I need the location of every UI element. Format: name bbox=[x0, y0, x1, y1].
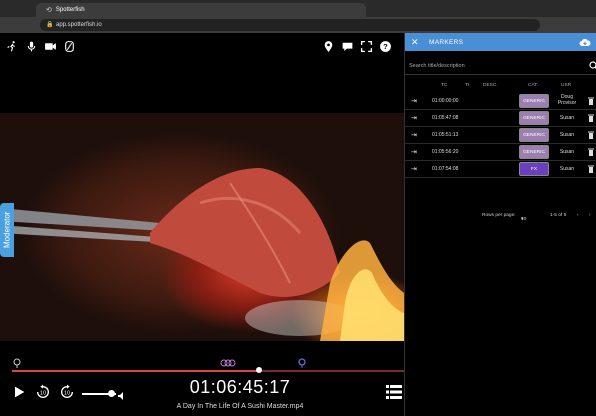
svg-text:?: ? bbox=[383, 42, 388, 51]
location-pin-icon[interactable] bbox=[322, 40, 335, 53]
category-badge[interactable]: FX bbox=[519, 162, 549, 176]
markers-panel-title: MARKERS bbox=[429, 38, 464, 46]
row-timecode: 01:05:51:13 bbox=[432, 132, 459, 138]
browser-tab-bar: ⟲ Spotterfish bbox=[0, 0, 596, 17]
category-badge[interactable]: GENERIC bbox=[519, 145, 549, 159]
timecode-display: 01:06:45:17 bbox=[189, 377, 291, 397]
walk-icon[interactable] bbox=[6, 40, 19, 53]
delete-icon[interactable] bbox=[588, 131, 594, 139]
play-icon[interactable] bbox=[10, 383, 28, 401]
player-toolbar-right: ? bbox=[322, 37, 392, 55]
marker-cluster-icon[interactable] bbox=[220, 355, 236, 367]
media-filename: A Day In The Life Of A Sushi Master.mp4 bbox=[176, 403, 304, 410]
search-icon[interactable] bbox=[589, 61, 596, 71]
close-icon[interactable]: ✕ bbox=[411, 37, 421, 48]
next-page-icon[interactable]: › bbox=[589, 213, 591, 218]
column-header-desc[interactable]: DESC. bbox=[483, 83, 498, 88]
rows-per-page-label: Rows per page: bbox=[482, 213, 516, 218]
moderator-label: Moderator bbox=[2, 211, 12, 249]
app-root: ? Moderator 10 10 01:06:45:17 A Day In T… bbox=[0, 33, 596, 416]
svg-text:10: 10 bbox=[40, 391, 46, 397]
pagination-range: 1-5 of 5 bbox=[550, 213, 567, 218]
row-user: Susan bbox=[559, 115, 575, 121]
playback-controls: 10 10 bbox=[10, 383, 76, 401]
table-row[interactable]: ⇥ 01:07:54:08 FX Susan bbox=[405, 161, 596, 178]
svg-text:10: 10 bbox=[64, 391, 70, 397]
delete-icon[interactable] bbox=[588, 97, 594, 105]
marker-pin-icon[interactable] bbox=[12, 355, 22, 368]
microphone-icon[interactable] bbox=[25, 40, 38, 53]
delete-icon[interactable] bbox=[588, 165, 594, 173]
row-user: Susan bbox=[559, 149, 575, 155]
column-header-usr[interactable]: USR bbox=[561, 83, 571, 88]
player-toolbar-left bbox=[6, 37, 76, 55]
video-player: ? Moderator 10 10 01:06:45:17 A Day In T… bbox=[0, 33, 404, 416]
browser-tab[interactable]: ⟲ Spotterfish bbox=[36, 3, 366, 17]
table-row[interactable]: ⇥ 01:05:56:20 GENERIC Susan bbox=[405, 144, 596, 161]
prev-page-icon[interactable]: ‹ bbox=[577, 213, 579, 218]
marker-search-placeholder: Search title/description bbox=[409, 62, 465, 69]
marker-search-input[interactable]: Search title/description bbox=[405, 57, 596, 75]
table-row[interactable]: ⇥ 01:05:47:08 GENERIC Susan bbox=[405, 110, 596, 127]
row-timecode: 01:00:00:00 bbox=[432, 98, 459, 104]
volume-slider-knob[interactable] bbox=[108, 390, 115, 397]
lock-icon: 🔒 bbox=[46, 22, 54, 28]
table-pagination: Rows per page: 10 ▾ 1-5 of 5 ‹ › bbox=[405, 209, 596, 223]
category-badge[interactable]: GENERIC bbox=[519, 128, 549, 142]
column-header-tc[interactable]: TC bbox=[441, 83, 447, 88]
delete-icon[interactable] bbox=[588, 114, 594, 122]
moderator-tab[interactable]: Moderator bbox=[0, 203, 14, 257]
browser-address-bar: 🔒 app.spotterfish.io bbox=[0, 17, 596, 33]
column-header-ti[interactable]: TI. bbox=[465, 83, 471, 88]
video-content-image bbox=[0, 168, 404, 341]
jump-to-icon[interactable]: ⇥ bbox=[411, 165, 417, 173]
markers-panel-header: ✕ MARKERS bbox=[405, 33, 596, 51]
row-user: Susan bbox=[559, 132, 575, 138]
markers-table-header: TC TI. DESC. CAT. USR bbox=[405, 81, 596, 91]
browser-tab-title: Spotterfish bbox=[55, 7, 85, 13]
table-row[interactable]: ⇥ 01:00:00:00 GENERIC Doug Provisor bbox=[405, 93, 596, 110]
cloud-download-icon[interactable] bbox=[579, 36, 591, 48]
jump-to-icon[interactable]: ⇥ bbox=[411, 114, 417, 122]
dropdown-arrow-icon: ▾ bbox=[521, 217, 524, 222]
jump-to-icon[interactable]: ⇥ bbox=[411, 131, 417, 139]
rewind-10-icon[interactable]: 10 bbox=[34, 383, 52, 401]
row-timecode: 01:07:54:08 bbox=[432, 166, 459, 172]
jump-to-icon[interactable]: ⇥ bbox=[411, 148, 417, 156]
row-user: Susan bbox=[559, 166, 575, 172]
timeline-playhead[interactable] bbox=[256, 367, 262, 373]
marker-fx-icon[interactable] bbox=[297, 355, 307, 368]
video-frame[interactable] bbox=[0, 113, 404, 341]
row-user: Doug Provisor bbox=[557, 94, 577, 106]
no-video-icon[interactable] bbox=[63, 40, 76, 53]
row-timecode: 01:05:47:08 bbox=[432, 115, 459, 121]
table-row[interactable]: ⇥ 01:05:51:13 GENERIC Susan bbox=[405, 127, 596, 144]
row-timecode: 01:05:56:20 bbox=[432, 149, 459, 155]
timeline-progress bbox=[12, 370, 259, 372]
jump-to-icon[interactable]: ⇥ bbox=[411, 97, 417, 105]
list-menu-icon[interactable] bbox=[386, 385, 402, 399]
delete-icon[interactable] bbox=[588, 148, 594, 156]
forward-10-icon[interactable]: 10 bbox=[58, 383, 76, 401]
url-text: app.spotterfish.io bbox=[56, 22, 102, 28]
markers-panel: ✕ MARKERS Search title/description TC TI… bbox=[404, 33, 596, 416]
speaker-icon[interactable] bbox=[117, 388, 127, 400]
chat-icon[interactable] bbox=[341, 40, 354, 53]
category-badge[interactable]: GENERIC bbox=[519, 111, 549, 125]
column-header-cat[interactable]: CAT. bbox=[528, 83, 538, 88]
fullscreen-icon[interactable] bbox=[360, 40, 373, 53]
camera-icon[interactable] bbox=[44, 40, 57, 53]
tab-favicon-icon: ⟲ bbox=[46, 7, 52, 14]
help-icon[interactable]: ? bbox=[379, 40, 392, 53]
category-badge[interactable]: GENERIC bbox=[519, 94, 549, 108]
url-field[interactable]: 🔒 app.spotterfish.io bbox=[40, 19, 540, 31]
